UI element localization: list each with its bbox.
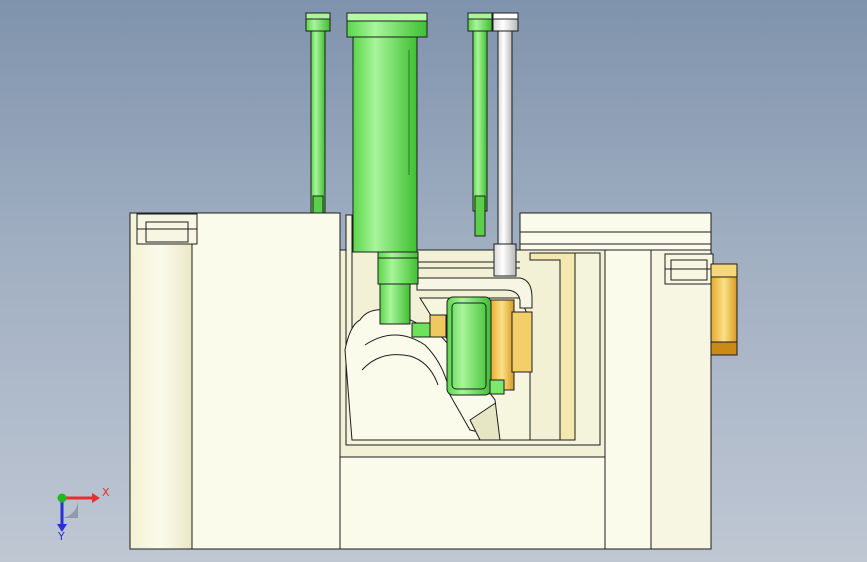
small-green-part	[411, 322, 431, 338]
origin-dot	[57, 493, 67, 503]
center-pin-shaft	[352, 36, 418, 253]
mold-assembly-model[interactable]	[0, 0, 867, 562]
guide-pin-right-shaft	[472, 30, 488, 212]
mold-base-bottom	[339, 456, 606, 550]
axis-triad	[57, 493, 100, 532]
cad-viewport[interactable]: X Y	[0, 0, 867, 562]
x-axis-label: X	[102, 486, 110, 499]
mold-base-right-edge	[650, 249, 712, 550]
yellow-side-block[interactable]	[710, 263, 738, 356]
mold-base-left-edge	[129, 212, 193, 550]
white-ejector-pin[interactable]	[492, 12, 519, 277]
green-slider	[446, 296, 492, 396]
yellow-insert-core	[489, 299, 515, 391]
guide-pin-left-shaft	[310, 30, 326, 214]
y-axis-label: Y	[58, 530, 65, 543]
